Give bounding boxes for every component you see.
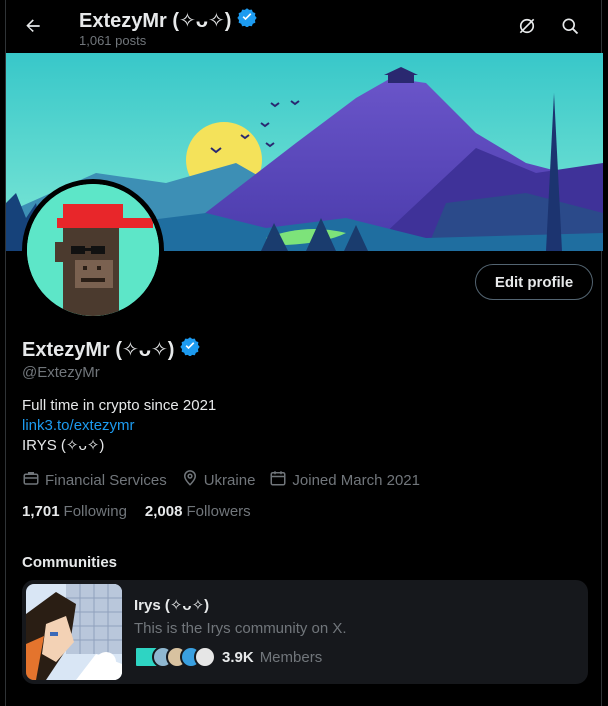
- header-title: ExtezyMr (✧ᴗ✧): [79, 7, 258, 33]
- user-handle: @ExtezyMr: [22, 364, 100, 381]
- followers-count: 2,008: [144, 503, 183, 520]
- following-label: Following: [63, 503, 127, 520]
- communities-title: Communities: [22, 554, 118, 571]
- follow-stats: 1,701 Following 2,008 Followers: [22, 503, 251, 520]
- grok-icon[interactable]: [515, 14, 539, 38]
- member-avatars: [134, 646, 216, 668]
- profile-header-bar: ExtezyMr (✧ᴗ✧) 1,061 posts: [6, 0, 603, 53]
- following-count: 1,701: [22, 503, 60, 520]
- profile-meta: Financial Services Ukraine Joined March …: [22, 469, 420, 491]
- briefcase-icon: [22, 469, 40, 491]
- followers-label: Followers: [186, 503, 251, 520]
- display-name-text: ExtezyMr (✧ᴗ✧): [22, 338, 175, 361]
- post-count: 1,061 posts: [79, 33, 147, 48]
- avatar-frame[interactable]: [22, 179, 164, 321]
- member-avatar: [194, 646, 216, 668]
- location-item: Ukraine: [181, 469, 256, 491]
- community-members: 3.9K Members: [134, 646, 322, 668]
- pixel-ape-avatar-image: [27, 184, 159, 316]
- members-label: Members: [259, 648, 323, 666]
- bio: Full time in crypto since 2021 link3.to/…: [22, 396, 216, 456]
- category-text: Financial Services: [45, 471, 167, 489]
- community-name: Irys (✧ᴗ✧): [134, 597, 210, 614]
- members-count: 3.9K: [222, 648, 254, 666]
- community-description: This is the Irys community on X.: [134, 620, 347, 637]
- calendar-icon: [269, 469, 287, 491]
- bio-line: IRYS (✧ᴗ✧): [22, 437, 105, 454]
- edit-profile-button[interactable]: Edit profile: [475, 264, 593, 300]
- search-icon[interactable]: [558, 14, 582, 38]
- location-pin-icon: [181, 469, 199, 491]
- bio-line: Full time in crypto since 2021: [22, 397, 217, 414]
- back-arrow-icon[interactable]: [20, 13, 46, 39]
- community-image: [26, 584, 122, 680]
- verified-badge-icon: [237, 7, 258, 33]
- avatar: [27, 184, 159, 316]
- location-text: Ukraine: [203, 471, 256, 489]
- joined-item: Joined March 2021: [269, 469, 420, 491]
- bio-link[interactable]: link3.to/extezymr: [22, 416, 216, 436]
- joined-text: Joined March 2021: [292, 471, 420, 489]
- verified-badge-icon[interactable]: [180, 336, 201, 362]
- anime-community-image: [26, 584, 122, 680]
- header-title-text: ExtezyMr (✧ᴗ✧): [79, 9, 232, 32]
- category-item: Financial Services: [22, 469, 167, 491]
- profile-page: ExtezyMr (✧ᴗ✧) 1,061 posts Edit profile …: [5, 0, 603, 706]
- followers-link[interactable]: 2,008 Followers: [145, 503, 251, 520]
- display-name: ExtezyMr (✧ᴗ✧): [22, 336, 201, 362]
- following-link[interactable]: 1,701 Following: [22, 503, 127, 520]
- community-card[interactable]: Irys (✧ᴗ✧) This is the Irys community on…: [22, 580, 588, 684]
